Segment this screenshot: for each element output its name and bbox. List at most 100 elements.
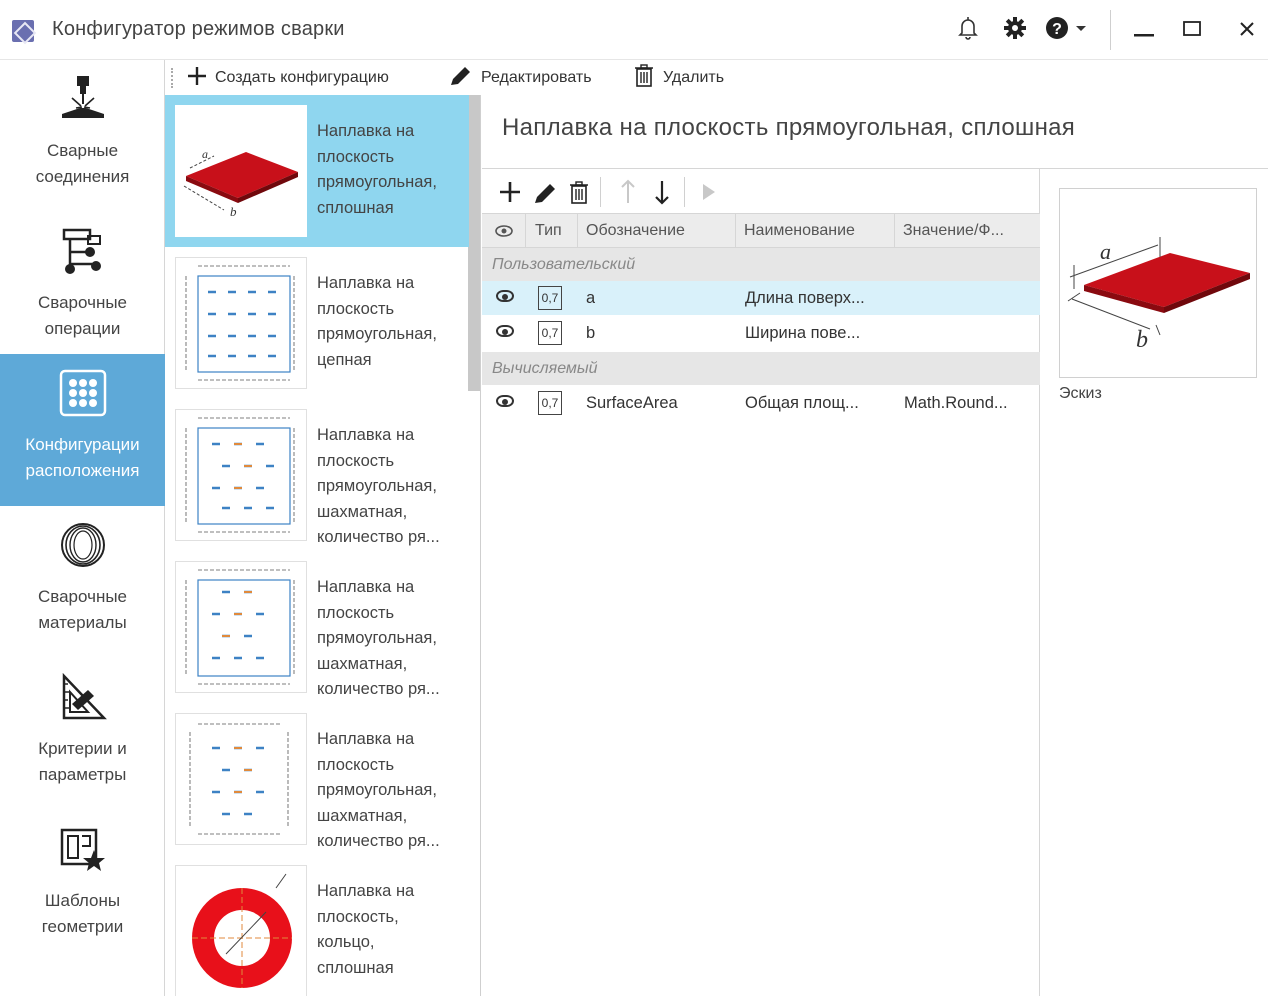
ring-thumbnail — [175, 865, 307, 996]
title-separator — [1110, 10, 1111, 50]
sketch-panel: a b Эскиз — [1040, 168, 1268, 996]
config-item-ring-solid[interactable]: Наплавка на плоскость, кольцо, сплошная — [165, 855, 469, 996]
config-item-label-line: плоскость, — [317, 907, 399, 926]
config-item-label-line: шахматная, — [317, 806, 408, 825]
rect-plate-thumbnail: a b — [175, 105, 307, 237]
sidebar-label: Конфигурации расположения — [25, 435, 140, 480]
edit-icon[interactable] — [532, 175, 558, 216]
grid-header: Тип Обозначение Наименование Значение/Ф.… — [482, 213, 1040, 248]
sidebar-label: Сварочные материалы — [37, 587, 128, 632]
sketch-label: Эскиз — [1059, 385, 1102, 402]
move-up-icon[interactable] — [618, 175, 638, 216]
config-item-label-line: прямоугольная, — [317, 477, 437, 495]
row-symbol: a — [586, 289, 596, 307]
row-symbol: SurfaceArea — [586, 394, 678, 412]
edit-label: Редактировать — [481, 68, 592, 86]
run-icon[interactable] — [698, 175, 718, 216]
config-item-rect-solid[interactable]: a b Наплавка на плоскость прямоугольная, сп… — [165, 95, 469, 247]
config-item-rect-staggered-3[interactable]: Наплавка на плоскость прямоугольная, шахмат… — [165, 703, 469, 855]
type-column-header[interactable]: Тип — [526, 214, 578, 247]
config-item-label-line: Наплавка на — [317, 274, 415, 292]
config-item-label-line: плоскость — [317, 755, 395, 774]
maximize-icon[interactable] — [1180, 14, 1204, 49]
sketch-image: a b — [1059, 188, 1257, 378]
config-item-label-line: Наплавка на — [317, 730, 415, 748]
config-item-rect-staggered-1[interactable]: Наплавка на плоскость прямоугольная, шахмат… — [165, 399, 469, 551]
row-name: Ширина пове... — [745, 324, 861, 342]
svg-text:?: ? — [1052, 21, 1062, 38]
row-value: Math.Round... — [904, 394, 1008, 412]
visibility-column-header[interactable] — [482, 214, 526, 247]
sidebar: Сварные соединения Сварочные операции Ко… — [0, 60, 165, 996]
row-name: Длина поверх... — [745, 289, 865, 307]
dim-b-label: b — [1136, 327, 1148, 353]
config-item-label-line: прямоугольная, — [317, 173, 437, 191]
config-item-label-line: плоскость — [317, 299, 395, 318]
svg-text:a: a — [202, 147, 208, 161]
move-down-icon[interactable] — [652, 175, 672, 216]
eye-icon[interactable] — [496, 395, 514, 407]
add-icon[interactable] — [498, 175, 522, 216]
table-row[interactable]: 0,7 a Длина поверх... — [482, 281, 1040, 315]
config-item-label-line: кольцо, — [317, 933, 375, 951]
create-configuration-button[interactable]: Создать конфигурацию — [187, 60, 389, 95]
pencil-icon — [447, 65, 473, 90]
table-row[interactable]: 0,7 SurfaceArea Общая площ... Math.Round… — [482, 386, 1040, 420]
list-scrollbar[interactable] — [468, 95, 480, 391]
minimize-icon[interactable] — [1132, 14, 1156, 49]
toolbar-separator — [600, 177, 601, 207]
sidebar-label: Критерии и параметры — [38, 739, 127, 784]
config-item-label-line: сплошная — [317, 958, 394, 977]
eye-icon[interactable] — [496, 290, 514, 302]
help-icon[interactable]: ? — [1044, 14, 1092, 49]
create-configuration-label: Создать конфигурацию — [215, 68, 389, 86]
close-icon[interactable] — [1236, 14, 1258, 49]
group-header-computed[interactable]: Вычисляемый — [482, 352, 1040, 385]
sidebar-item-weld-joints[interactable]: Сварные соединения — [0, 60, 165, 212]
sidebar-label: Сварочные операции — [37, 293, 128, 338]
plus-icon — [187, 66, 207, 89]
config-item-label-line: цепная — [317, 350, 372, 369]
table-row[interactable]: 0,7 b Ширина пове... — [482, 316, 1040, 350]
config-item-label-line: плоскость — [317, 451, 395, 470]
type-badge: 0,7 — [538, 391, 562, 415]
config-item-label-line: Наплавка на — [317, 122, 415, 140]
gear-icon[interactable] — [1002, 14, 1028, 49]
value-column-header[interactable]: Значение/Ф... — [895, 214, 1040, 247]
toolbar-separator — [684, 177, 685, 207]
grid-toolbar — [482, 169, 1040, 213]
weld-operation-icon — [58, 226, 108, 276]
config-item-label-line: плоскость — [317, 603, 395, 622]
config-item-label-line: прямоугольная, — [317, 325, 437, 343]
eye-icon[interactable] — [496, 325, 514, 337]
weld-joint-icon — [58, 74, 108, 124]
delete-icon[interactable] — [568, 175, 590, 216]
eye-icon — [495, 225, 513, 237]
row-name: Общая площ... — [745, 394, 859, 412]
config-item-rect-staggered-2[interactable]: Наплавка на плоскость прямоугольная, шахмат… — [165, 551, 469, 703]
row-symbol: b — [586, 324, 596, 342]
delete-button[interactable]: Удалить — [633, 60, 724, 95]
staggered-pattern-thumbnail — [175, 713, 307, 845]
bell-icon[interactable] — [956, 14, 980, 49]
config-item-label: Наплавка на плоскость прямоугольная, шахмат… — [317, 423, 465, 551]
config-item-label-line: количество ря... — [317, 528, 440, 546]
name-column-header[interactable]: Наименование — [736, 214, 895, 247]
main-toolbar: Создать конфигурацию Редактировать Удали… — [165, 60, 1268, 95]
grid-layout-icon — [58, 368, 108, 418]
config-item-label-line: шахматная, — [317, 502, 408, 521]
edit-button[interactable]: Редактировать — [447, 60, 592, 95]
staggered-pattern-thumbnail — [175, 409, 307, 541]
sidebar-item-layout-configurations[interactable]: Конфигурации расположения — [0, 354, 165, 506]
sidebar-item-geometry-templates[interactable]: Шаблоны геометрии — [0, 810, 165, 962]
svg-text:b: b — [230, 204, 237, 219]
sidebar-item-criteria-parameters[interactable]: Критерии и параметры — [0, 658, 165, 810]
group-header-user[interactable]: Пользовательский — [482, 248, 1040, 281]
sidebar-item-weld-materials[interactable]: Сварочные материалы — [0, 506, 165, 658]
type-badge: 0,7 — [538, 286, 562, 310]
sidebar-item-weld-operations[interactable]: Сварочные операции — [0, 212, 165, 364]
config-item-label: Наплавка на плоскость прямоугольная, шахмат… — [317, 575, 465, 703]
symbol-column-header[interactable]: Обозначение — [578, 214, 736, 247]
config-item-rect-chain[interactable]: Наплавка на плоскость прямоугольная, цепная — [165, 247, 469, 399]
config-item-label-line: прямоугольная, — [317, 629, 437, 647]
